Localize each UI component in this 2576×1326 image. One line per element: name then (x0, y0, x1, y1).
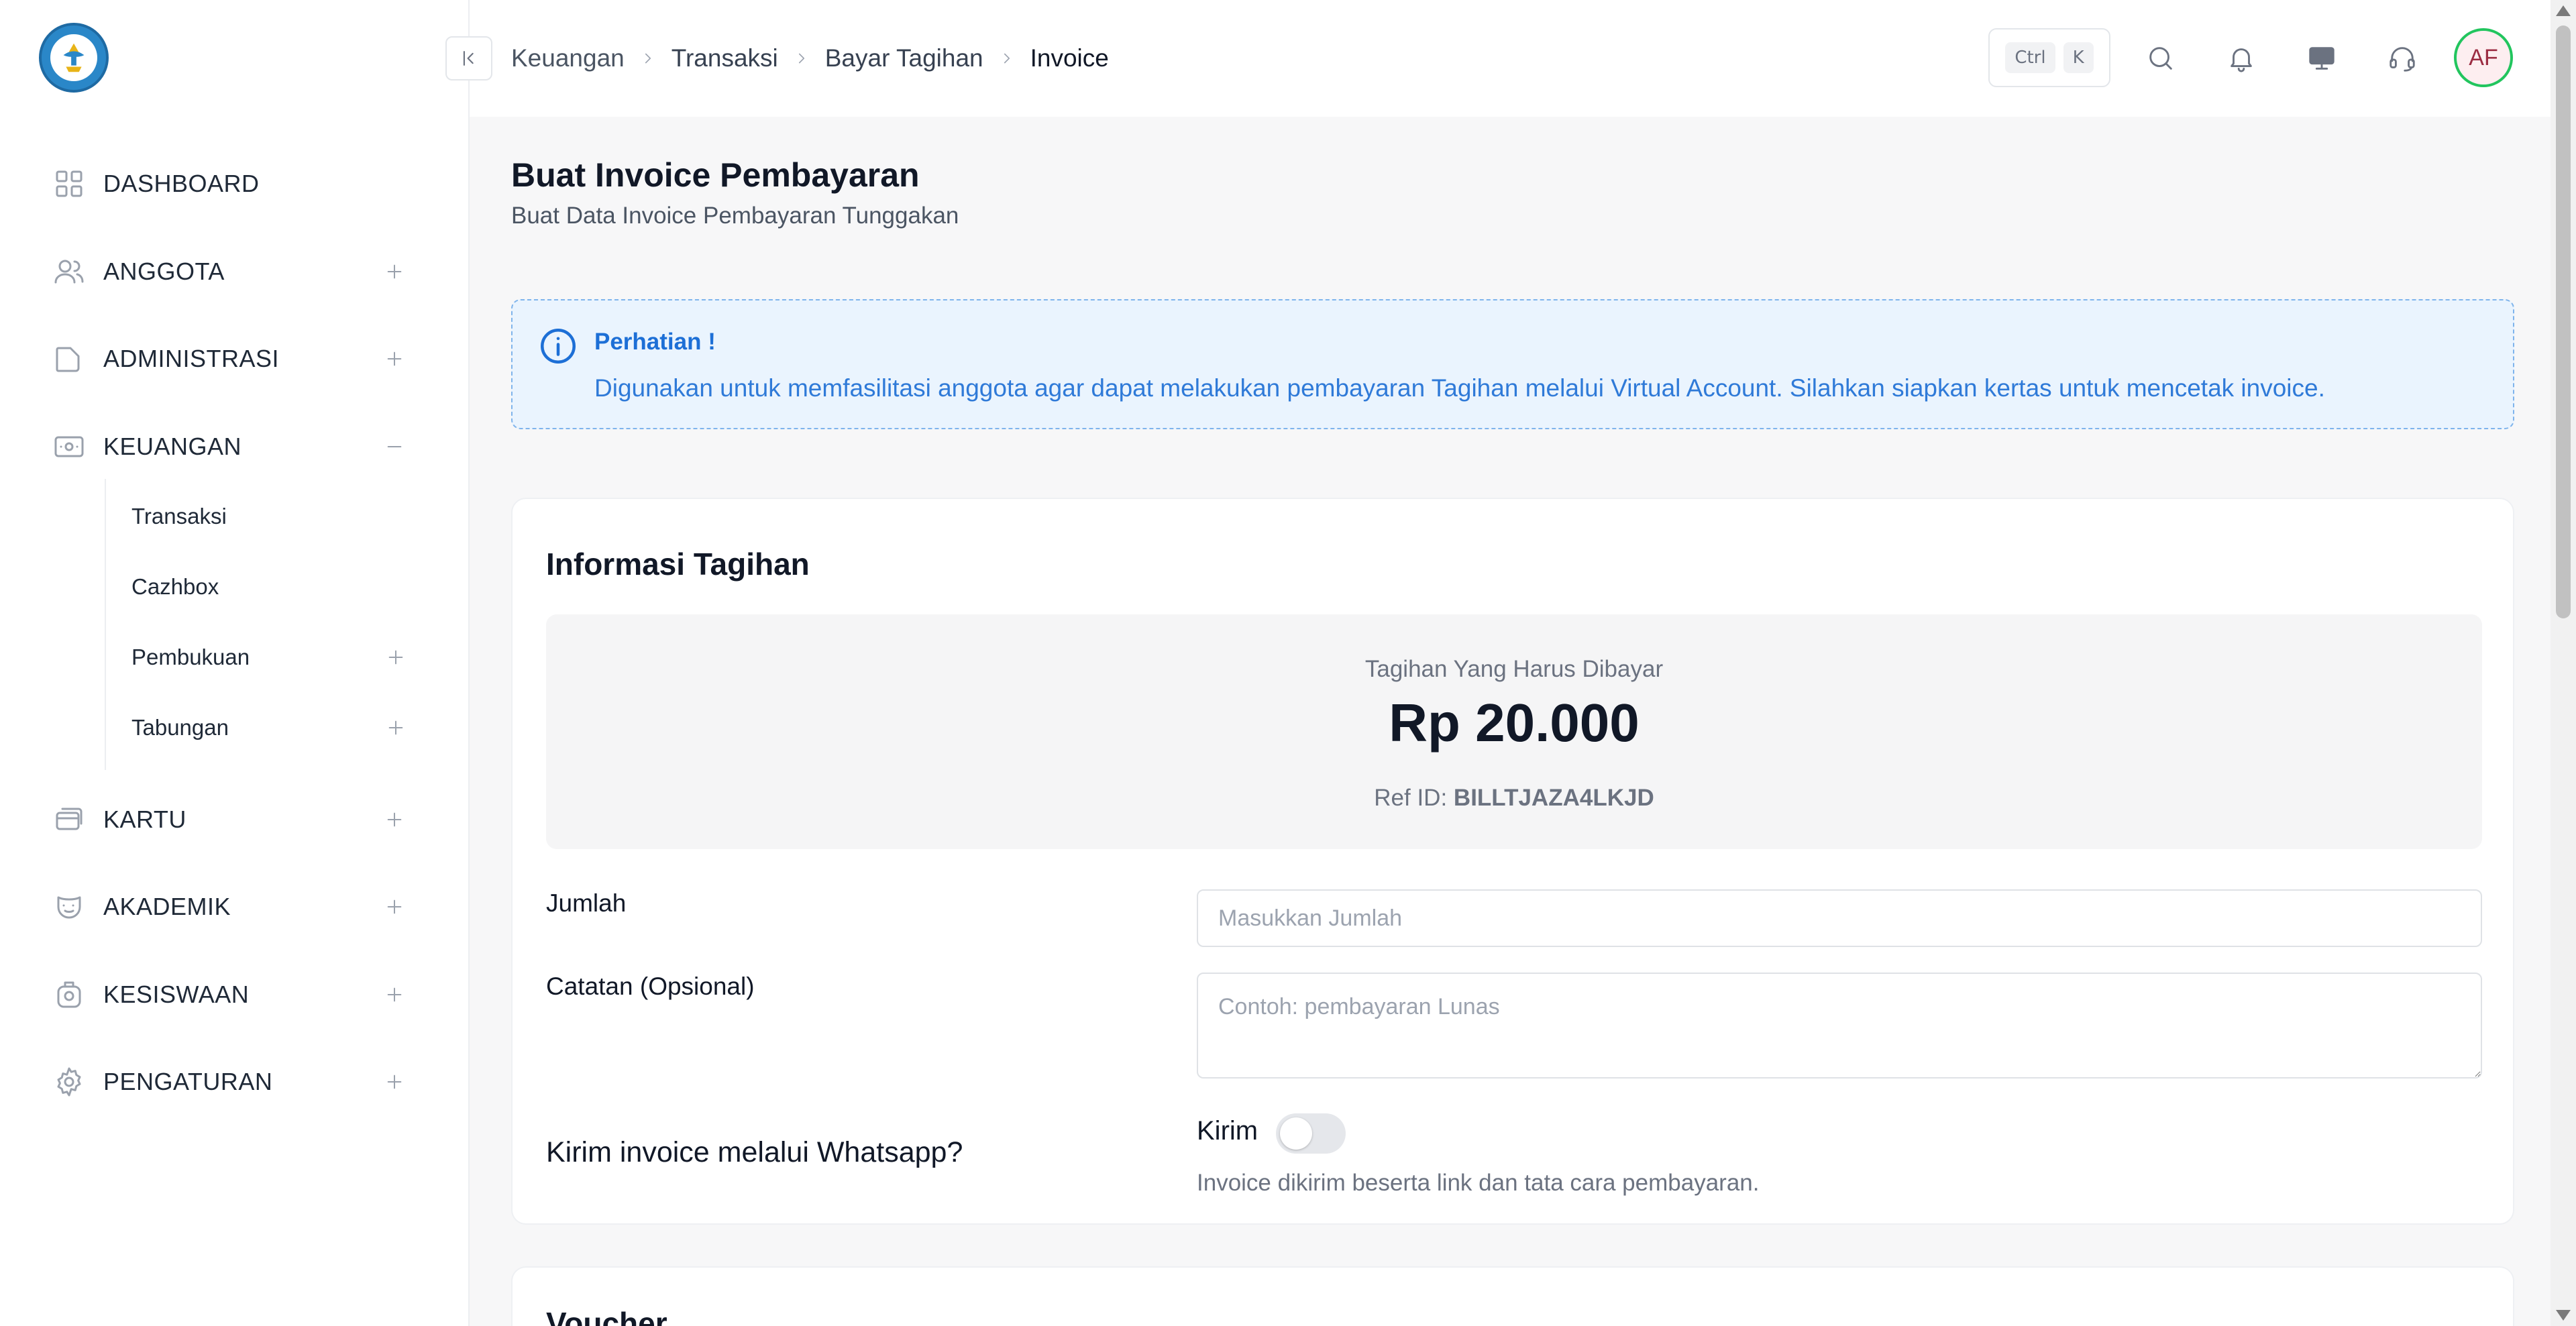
sidebar: DASHBOARD ANGGOTA ADMINISTRASI KEUANGAN … (0, 0, 470, 1326)
sidebar-item-pengaturan[interactable]: PENGATURAN (52, 1062, 408, 1102)
sidebar-item-kesiswaan[interactable]: KESISWAAN (52, 975, 408, 1015)
money-icon (52, 430, 86, 463)
sidebar-item-dashboard[interactable]: DASHBOARD (52, 164, 408, 204)
sidebar-subitem-label: Transaksi (131, 504, 227, 529)
toggle-knob (1280, 1117, 1312, 1150)
headset-icon[interactable] (2380, 36, 2424, 80)
kbd-ctrl: Ctrl (2005, 42, 2055, 73)
breadcrumb-transaksi[interactable]: Transaksi (672, 44, 778, 72)
cards-icon (52, 803, 86, 836)
plus-icon[interactable] (381, 981, 408, 1008)
command-palette-shortcut[interactable]: Ctrl K (1988, 28, 2110, 87)
sidebar-subitem-label: Cazhbox (131, 574, 219, 599)
sidebar-subitem-pembukuan[interactable]: Pembukuan (131, 639, 409, 676)
plus-icon[interactable] (382, 644, 409, 671)
alert-text: Digunakan untuk memfasilitasi anggota ag… (594, 374, 2325, 402)
breadcrumb-invoice: Invoice (1030, 44, 1109, 72)
ref-id-label: Ref ID: (1374, 785, 1448, 811)
sidebar-subitem-tabungan[interactable]: Tabungan (131, 709, 409, 747)
sidebar-subitem-cazhbox[interactable]: Cazhbox (131, 568, 409, 606)
gear-icon (52, 1065, 86, 1099)
page-title: Buat Invoice Pembayaran (511, 156, 920, 194)
breadcrumb-keuangan[interactable]: Keuangan (511, 44, 625, 72)
billing-amount: Rp 20.000 (1389, 693, 1640, 753)
sidebar-item-akademik[interactable]: AKADEMIK (52, 887, 408, 927)
ref-id-value: BILLTJAZA4LKJD (1453, 785, 1654, 811)
voucher-card: Voucher (511, 1266, 2514, 1326)
billing-summary: Tagihan Yang Harus Dibayar Rp 20.000 Ref… (546, 614, 2482, 849)
kirim-whatsapp-toggle[interactable] (1276, 1113, 1346, 1154)
bell-icon[interactable] (2219, 36, 2263, 80)
folder-icon (52, 342, 86, 376)
avatar[interactable]: AF (2454, 28, 2513, 87)
info-icon (538, 326, 578, 366)
sidebar-item-label: ADMINISTRASI (103, 345, 280, 372)
mask-icon (52, 890, 86, 924)
plus-icon[interactable] (381, 258, 408, 285)
billing-info-card: Informasi Tagihan Tagihan Yang Harus Dib… (511, 498, 2514, 1225)
breadcrumb: Keuangan Transaksi Bayar Tagihan Invoice (511, 42, 1109, 75)
users-icon (52, 255, 86, 288)
sidebar-item-label: DASHBOARD (103, 170, 260, 197)
sidebar-item-anggota[interactable]: ANGGOTA (52, 252, 408, 292)
sidebar-item-label: PENGATURAN (103, 1068, 273, 1095)
logo-emblem-icon (63, 43, 85, 72)
scroll-down-arrow[interactable] (2551, 1302, 2576, 1326)
sidebar-item-label: KESISWAAN (103, 981, 250, 1008)
search-icon[interactable] (2139, 36, 2183, 80)
sidebar-item-label: AKADEMIK (103, 893, 231, 920)
sidebar-item-kartu[interactable]: KARTU (52, 799, 408, 840)
kirim-help-text: Invoice dikirim beserta link dan tata ca… (1197, 1170, 1760, 1196)
voucher-section-title: Voucher (546, 1306, 667, 1326)
catatan-label: Catatan (Opsional) (546, 973, 755, 1000)
breadcrumb-bayar-tagihan[interactable]: Bayar Tagihan (825, 44, 983, 72)
whatsapp-label: Kirim invoice melalui Whatsapp? (546, 1136, 963, 1168)
collapse-left-icon (463, 51, 474, 66)
plus-icon[interactable] (381, 806, 408, 833)
plus-icon[interactable] (382, 714, 409, 741)
kirim-label: Kirim (1197, 1116, 1258, 1146)
jumlah-input[interactable] (1197, 889, 2482, 947)
sidebar-item-label: KEUANGAN (103, 433, 242, 460)
scroll-up-arrow[interactable] (2551, 0, 2576, 24)
sidebar-item-keuangan[interactable]: KEUANGAN (52, 427, 408, 467)
ref-id-row: Ref ID: BILLTJAZA4LKJD (546, 785, 2482, 812)
catatan-textarea[interactable] (1197, 973, 2482, 1079)
page-subtitle: Buat Data Invoice Pembayaran Tunggakan (511, 203, 959, 229)
scrollbar-thumb[interactable] (2556, 25, 2571, 618)
plus-icon[interactable] (381, 1068, 408, 1095)
sidebar-item-administrasi[interactable]: ADMINISTRASI (52, 339, 408, 379)
sidebar-subitem-label: Tabungan (131, 715, 229, 740)
plus-icon[interactable] (381, 345, 408, 372)
collapse-sidebar-button[interactable] (445, 36, 492, 80)
grid-icon (52, 167, 86, 201)
page-scrollbar[interactable] (2551, 0, 2576, 1326)
chevron-right-icon (793, 50, 810, 67)
monitor-icon[interactable] (2300, 36, 2344, 80)
sidebar-item-label: ANGGOTA (103, 258, 225, 285)
chevron-right-icon (639, 50, 657, 67)
billing-section-title: Informasi Tagihan (546, 547, 810, 582)
badge-icon (52, 978, 86, 1011)
tut-wuri-handayani-logo[interactable] (39, 23, 109, 93)
plus-icon[interactable] (381, 893, 408, 920)
minus-icon[interactable] (381, 433, 408, 460)
kbd-k: K (2063, 42, 2094, 73)
summary-label: Tagihan Yang Harus Dibayar (1364, 656, 1664, 682)
jumlah-label: Jumlah (546, 889, 627, 917)
alert-title: Perhatian ! (594, 329, 716, 355)
chevron-right-icon (998, 50, 1016, 67)
keuangan-submenu: Transaksi Cazhbox Pembukuan Tabungan (105, 479, 408, 770)
sidebar-subitem-transaksi[interactable]: Transaksi (131, 498, 409, 535)
logo-emblem (50, 34, 97, 81)
info-alert: Perhatian ! Digunakan untuk memfasilitas… (511, 299, 2514, 429)
sidebar-item-label: KARTU (103, 806, 186, 833)
sidebar-subitem-label: Pembukuan (131, 645, 250, 669)
